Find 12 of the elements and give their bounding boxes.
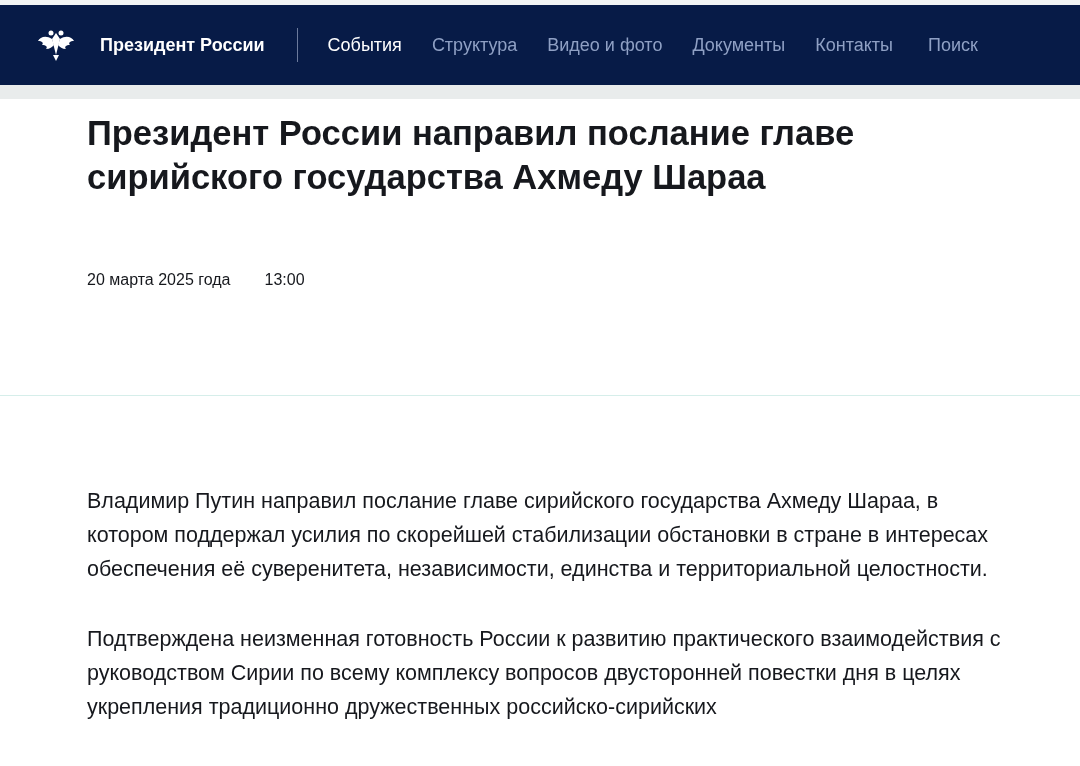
nav-link[interactable]: Видео и фото <box>547 34 663 56</box>
nav-link[interactable]: Документы <box>692 34 786 56</box>
article-time: 13:00 <box>264 271 305 289</box>
nav-link[interactable]: Структура <box>431 34 518 56</box>
article-date: 20 марта 2025 года <box>87 271 231 289</box>
article-paragraph: Подтверждена неизменная готовность России к развитию практического взаимодействия с руководством Сирии по всему комплексу вопросов двусторонней повестки дня в целях укрепления традиционно дружественных российско-сирийских <box>87 626 1002 721</box>
nav-link[interactable]: Контакты <box>815 34 893 56</box>
site-title[interactable]: Президент России <box>100 34 265 56</box>
article-paragraph: Владимир Путин направил послание главе сирийского государства Ахмеду Шараа, в котором поддержал усилия по скорейшей стабилизации обстановки в стране в интересах обеспечения её суверенитета, независимости, единства и территориальной целостности. <box>87 488 990 583</box>
search-link[interactable]: Поиск <box>927 34 978 56</box>
article-title: Президент России направил послание главе сирийского государства Ахмеду Шараа <box>87 113 856 198</box>
nav-link[interactable]: События <box>327 34 402 56</box>
